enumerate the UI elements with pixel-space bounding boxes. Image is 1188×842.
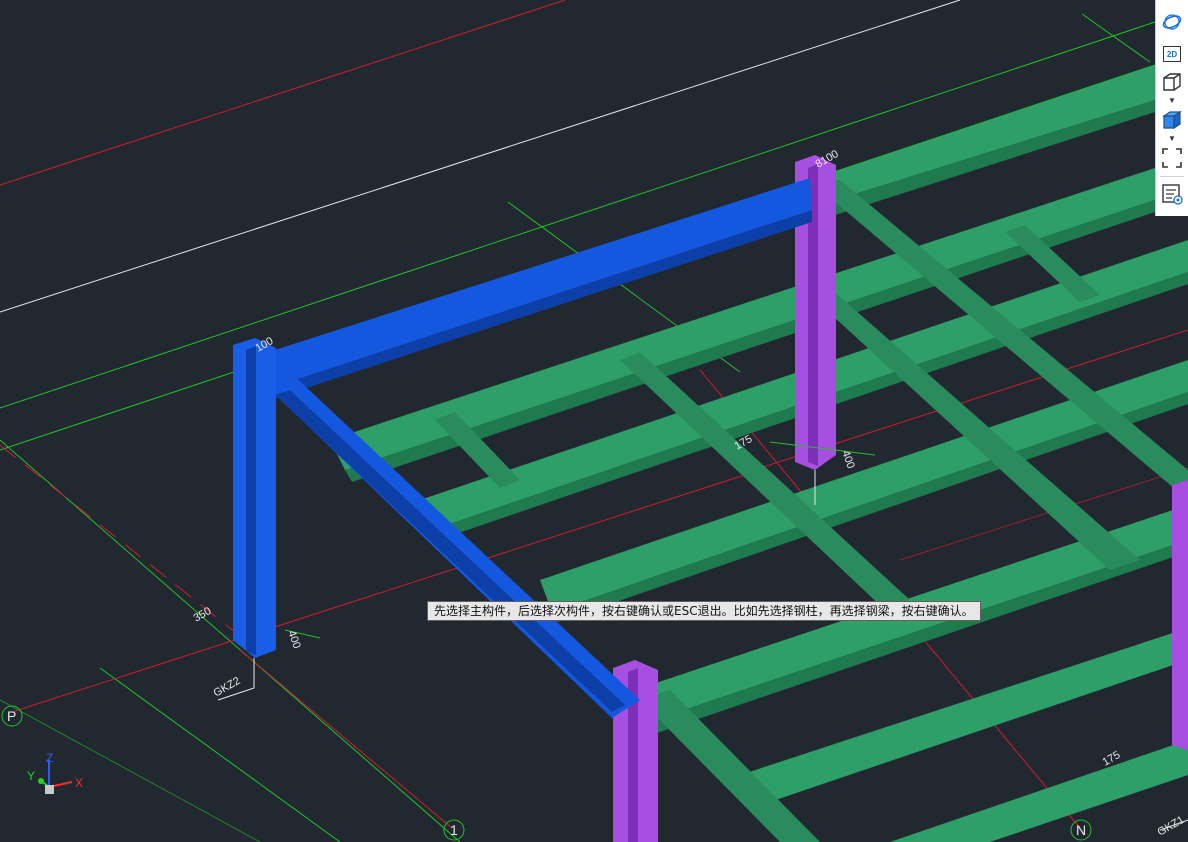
column-right-edge[interactable] [1172, 480, 1188, 750]
wireframe-cube-icon [1163, 73, 1181, 91]
layer-properties-icon [1162, 184, 1183, 205]
green-beams[interactable] [330, 65, 1188, 842]
view-toolbar: 2D ▼ ▼ [1155, 0, 1188, 216]
beam-bottom-long-b[interactable] [890, 740, 1188, 842]
shade-mode-dropdown-arrow[interactable]: ▼ [1167, 135, 1177, 143]
red-reference-line [0, 0, 566, 186]
beam-front-long-flange[interactable] [648, 540, 1188, 734]
shaded-view-button[interactable] [1159, 107, 1185, 133]
2d-view-icon: 2D [1163, 46, 1181, 62]
shaded-cube-icon [1162, 110, 1182, 130]
orbit-icon [1162, 14, 1182, 30]
wireframe-view-button[interactable] [1159, 69, 1185, 95]
ucs-origin [45, 785, 54, 794]
grid-bubble-p: P [1, 705, 23, 727]
toolbar-separator [1160, 176, 1184, 177]
command-tooltip: 先选择主构件，后选择次构件，按右键确认或ESC退出。比如先选择钢柱，再选择钢梁，… [427, 601, 981, 621]
member-tag-gkz1: GKZ1 [1156, 814, 1187, 839]
orbit-button[interactable] [1159, 9, 1185, 35]
grid-bubble-p-label: P [7, 708, 16, 724]
green-grid-line-diag-b [1081, 13, 1151, 63]
dim-350: 350 [192, 605, 214, 625]
selected-beam-top[interactable] [250, 178, 812, 390]
ucs-axis-icon: Z Y X [27, 751, 83, 794]
annotation-lines [217, 470, 1188, 831]
zoom-extents-button[interactable] [1159, 145, 1185, 171]
zoom-extents-icon [1162, 148, 1182, 168]
grid-bubble-1-label: 1 [450, 822, 458, 838]
member-tag-gkz2: GKZ2 [212, 675, 243, 700]
ucs-y-label: Y [27, 769, 35, 783]
ucs-x-label: X [75, 776, 83, 790]
2d-view-button[interactable]: 2D [1159, 41, 1185, 67]
dim-400-left: 400 [285, 629, 303, 650]
green-grid-line-bottom-b [0, 699, 261, 842]
ucs-z-label: Z [46, 751, 53, 765]
beam-top-long[interactable] [810, 65, 1155, 205]
grid-bubble-n: N [1070, 819, 1092, 841]
selected-column-web[interactable] [246, 346, 256, 655]
ucs-y-dot [38, 778, 44, 784]
2d-view-label: 2D [1166, 49, 1178, 59]
red-grid-line-1 [239, 649, 453, 829]
model-viewport[interactable]: 100 8100 350 400 175 400 175 GKZ2 GKZ1 P… [0, 0, 1188, 842]
view-style-dropdown-arrow[interactable]: ▼ [1167, 97, 1177, 105]
layer-properties-button[interactable] [1159, 181, 1185, 207]
grid-bubble-n-label: N [1076, 822, 1086, 838]
